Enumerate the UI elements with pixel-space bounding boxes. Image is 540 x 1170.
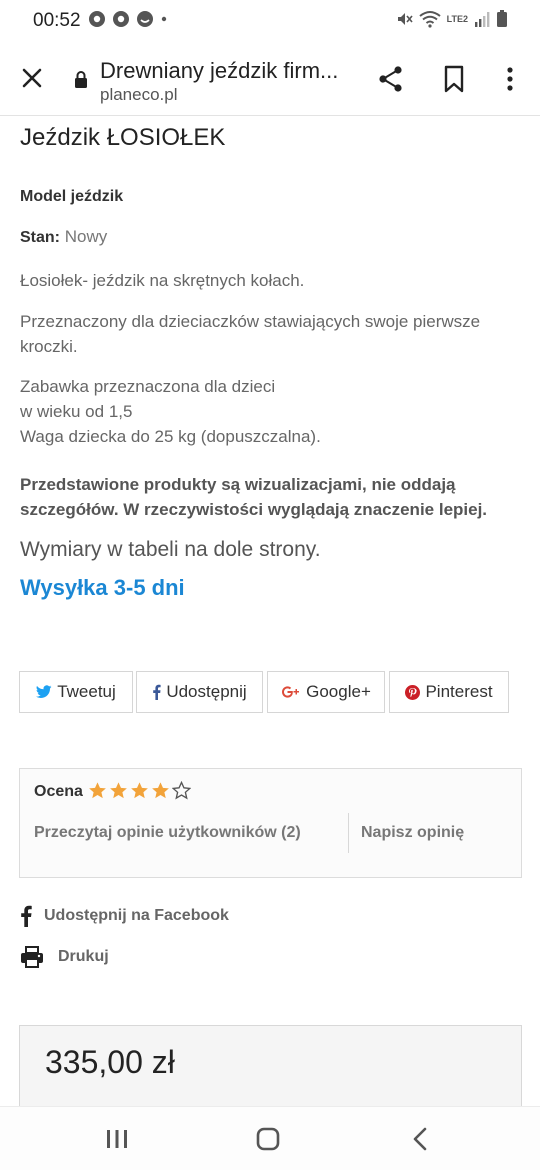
product-condition: Stan: Nowy [20, 227, 107, 247]
rating-stars [88, 781, 191, 800]
star-filled-icon [110, 782, 127, 799]
pinterest-button[interactable]: Pinterest [389, 671, 509, 713]
description-3-line: Waga dziecka do 25 kg (dopuszczalna). [20, 427, 321, 446]
condition-value: Nowy [64, 227, 108, 246]
system-nav-bar [0, 1106, 540, 1170]
bookmark-icon[interactable] [440, 64, 468, 94]
product-model: Model jeździk [20, 188, 124, 205]
facebook-icon [153, 684, 161, 700]
price-box: 335,00 zł [19, 1025, 522, 1115]
dimensions-note: Wymiary w tabeli na dole strony. [20, 538, 321, 561]
dot-icon [161, 16, 167, 22]
product-price: 335,00 zł [45, 1044, 175, 1080]
status-time: 00:52 [33, 10, 81, 31]
star-empty-icon [172, 781, 191, 800]
rating-label: Ocena [34, 783, 83, 800]
browser-toolbar: Drewniany jeździk firm... planeco.pl [0, 44, 540, 116]
write-review-link[interactable]: Napisz opinię [361, 824, 464, 842]
visualization-note: Przedstawione produkty są wizualizacjami… [20, 475, 488, 519]
shipping-time: Wysyłka 3-5 dni [20, 575, 185, 600]
facebook-share-text: Udostępnij na Facebook [44, 907, 229, 924]
url-domain[interactable]: planeco.pl [100, 85, 178, 105]
facebook-icon [21, 905, 32, 927]
printer-icon [21, 946, 43, 968]
notification-icons [88, 10, 168, 28]
description-3-line: Zabawka przeznaczona dla dzieci [20, 377, 276, 396]
system-icons: LTE2 [395, 10, 508, 28]
page-title[interactable]: Drewniany jeździk firm... [100, 58, 350, 84]
google-plus-icon [282, 686, 300, 698]
pinterest-label: Pinterest [425, 682, 493, 701]
google-plus-button[interactable]: Google+ [267, 671, 385, 713]
chrome-icon [113, 11, 129, 27]
star-filled-icon [152, 782, 169, 799]
description-3-line: w wieku od 1,5 [20, 402, 133, 421]
more-options-icon[interactable] [500, 64, 520, 94]
wifi-icon [419, 11, 441, 28]
read-reviews-link[interactable]: Przeczytaj opinie użytkowników (2) [34, 824, 301, 842]
facebook-share-link[interactable]: Udostępnij na Facebook [20, 905, 229, 927]
print-text: Drukuj [58, 948, 109, 965]
tweet-button[interactable]: Tweetuj [19, 671, 133, 713]
status-bar: 00:52 LTE2 [0, 0, 540, 44]
print-link[interactable]: Drukuj [20, 946, 109, 968]
battery-icon [497, 10, 507, 27]
smiley-icon [137, 11, 153, 27]
back-icon[interactable] [410, 1127, 430, 1151]
condition-label: Stan: [20, 229, 60, 246]
home-icon[interactable] [256, 1127, 280, 1151]
page: 00:52 LTE2 Drewniany jeździk firm... pla… [0, 0, 540, 1170]
star-filled-icon [131, 782, 148, 799]
lock-icon [75, 71, 87, 88]
description-3: Zabawka przeznaczona dla dzieci w wieku … [20, 374, 520, 449]
network-label: LTE2 [446, 14, 468, 24]
signal-icon [475, 12, 490, 27]
share-icon[interactable] [376, 64, 406, 94]
google-plus-label: Google+ [306, 682, 371, 701]
facebook-share-label: Udostępnij [166, 682, 247, 701]
recent-apps-icon[interactable] [106, 1129, 128, 1149]
chrome-icon [89, 11, 105, 27]
description-2: Przeznaczony dla dzieciaczków stawiający… [20, 312, 481, 356]
close-icon[interactable] [18, 64, 46, 92]
product-title: Jeździk ŁOSIOŁEK [20, 124, 226, 151]
rating-box: Ocena Przeczytaj opinie użytkowników (2)… [19, 768, 522, 878]
twitter-icon [36, 685, 52, 699]
mute-icon [397, 13, 413, 25]
description-1: Łosiołek- jeździk na skrętnych kołach. [20, 271, 305, 290]
star-filled-icon [89, 782, 106, 799]
divider [348, 813, 349, 853]
facebook-share-button[interactable]: Udostępnij [136, 671, 263, 713]
tweet-label: Tweetuj [57, 682, 116, 701]
pinterest-icon [405, 684, 421, 700]
